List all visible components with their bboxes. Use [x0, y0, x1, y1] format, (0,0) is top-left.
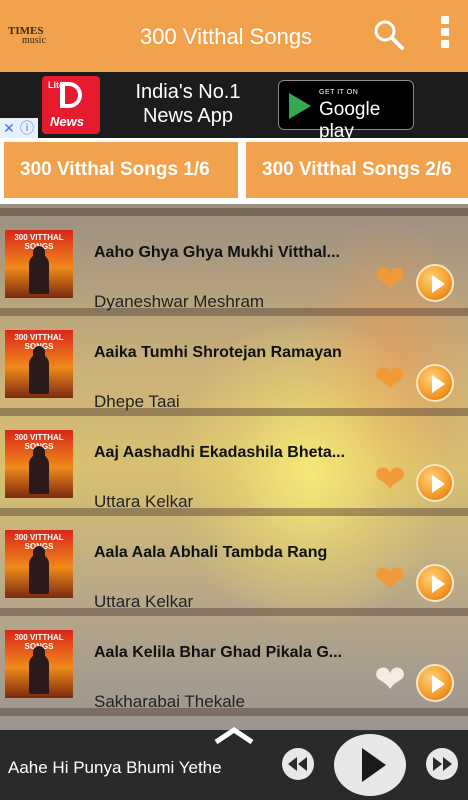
heart-icon[interactable]: ❤ — [372, 461, 408, 499]
play-song-button[interactable] — [416, 564, 454, 602]
thumbnail-figure — [29, 554, 49, 594]
song-title: Aala Kelila Bhar Ghad Pikala G... — [94, 644, 343, 661]
menu-dot — [441, 28, 449, 36]
list-item[interactable]: 300 VITTHAL SONGS Aala Kelila Bhar Ghad … — [0, 616, 468, 711]
google-play-label: Google play — [319, 99, 381, 142]
song-title: Aala Aala Abhali Tambda Rang — [94, 544, 328, 561]
play-song-button[interactable] — [416, 464, 454, 502]
google-play-icon — [289, 93, 311, 119]
play-song-button[interactable] — [416, 364, 454, 402]
heart-icon[interactable]: ❤ — [372, 661, 408, 699]
song-title: Aaho Ghya Ghya Mukhi Vitthal... — [94, 244, 340, 261]
heart-icon[interactable]: ❤ — [372, 561, 408, 599]
tab-strip: 300 Vitthal Songs 1/6 300 Vitthal Songs … — [0, 138, 468, 204]
list-divider — [0, 408, 468, 416]
info-icon[interactable]: ⓘ — [18, 118, 36, 138]
song-artist: Uttara Kelkar — [94, 592, 194, 611]
fast-forward-icon — [433, 757, 452, 771]
ad-headline: India's No.1 News App — [135, 81, 241, 127]
previous-button[interactable] — [282, 748, 314, 780]
song-title: Aaika Tumhi Shrotejan Ramayan — [94, 344, 342, 361]
more-vertical-icon — [441, 16, 449, 24]
list-divider — [0, 208, 468, 216]
expand-player-button[interactable] — [212, 724, 256, 746]
thumbnail-figure — [29, 454, 49, 494]
play-song-button[interactable] — [416, 264, 454, 302]
times-music-logo: TIMES music — [8, 26, 46, 46]
overflow-menu-button[interactable] — [436, 16, 454, 56]
list-item[interactable]: 300 VITTHAL SONGS Aaj Aashadhi Ekadashil… — [0, 416, 468, 511]
list-item[interactable]: 300 VITTHAL SONGS Aala Aala Abhali Tambd… — [0, 516, 468, 611]
mini-player: Aahe Hi Punya Bhumi Yethe — [0, 726, 468, 800]
tab-songs-2[interactable]: 300 Vitthal Songs 2/6 — [246, 142, 468, 198]
google-play-button[interactable]: GET IT ON Google play — [278, 80, 414, 142]
thumbnail-figure — [29, 354, 49, 394]
play-icon — [362, 748, 386, 782]
song-list[interactable]: 300 VITTHAL SONGS Aaho Ghya Ghya Mukhi V… — [0, 204, 468, 730]
now-playing-title: Aahe Hi Punya Bhumi Yethe — [8, 758, 222, 777]
ad-choices[interactable]: ✕ ⓘ — [0, 118, 38, 138]
search-icon — [374, 20, 404, 50]
thumbnail-figure — [29, 254, 49, 294]
song-artist: Dyaneshwar Meshram — [94, 292, 265, 311]
tab-songs-1[interactable]: 300 Vitthal Songs 1/6 — [4, 142, 238, 198]
menu-dot — [441, 40, 449, 48]
album-thumbnail: 300 VITTHAL SONGS — [5, 430, 73, 498]
song-title: Aaj Aashadhi Ekadashila Bheta... — [94, 444, 346, 461]
search-button[interactable] — [372, 18, 406, 52]
list-divider — [0, 508, 468, 516]
ad-logo-d-mark — [60, 82, 82, 108]
play-pause-button[interactable] — [334, 734, 406, 796]
list-divider — [0, 608, 468, 616]
close-icon[interactable]: ✕ — [0, 118, 18, 138]
album-thumbnail: 300 VITTHAL SONGS — [5, 330, 73, 398]
news-app-logo: Lite News — [42, 76, 100, 134]
album-thumbnail: 300 VITTHAL SONGS — [5, 230, 73, 298]
logo-bottom-text: music — [22, 35, 46, 46]
song-artist: Sakharabai Thekale — [94, 692, 245, 711]
google-play-caption: GET IT ON — [319, 89, 359, 96]
list-item[interactable]: 300 VITTHAL SONGS Aaho Ghya Ghya Mukhi V… — [0, 216, 468, 311]
rewind-icon — [288, 757, 307, 771]
app-bar: TIMES music 300 Vitthal Songs — [0, 0, 468, 72]
song-artist: Dhepe Taai — [94, 392, 180, 411]
heart-icon[interactable]: ❤ — [372, 261, 408, 299]
chevron-up-icon — [214, 726, 254, 745]
thumbnail-figure — [29, 654, 49, 694]
list-item[interactable]: 300 VITTHAL SONGS Aaika Tumhi Shrotejan … — [0, 316, 468, 411]
ad-banner[interactable]: Lite News India's No.1 News App GET IT O… — [0, 72, 468, 142]
album-thumbnail: 300 VITTHAL SONGS — [5, 630, 73, 698]
app-title: 300 Vitthal Songs — [140, 24, 313, 49]
next-button[interactable] — [426, 748, 458, 780]
ad-logo-news: News — [50, 114, 84, 129]
song-artist: Uttara Kelkar — [94, 492, 194, 511]
album-thumbnail: 300 VITTHAL SONGS — [5, 530, 73, 598]
heart-icon[interactable]: ❤ — [372, 361, 408, 399]
play-song-button[interactable] — [416, 664, 454, 702]
